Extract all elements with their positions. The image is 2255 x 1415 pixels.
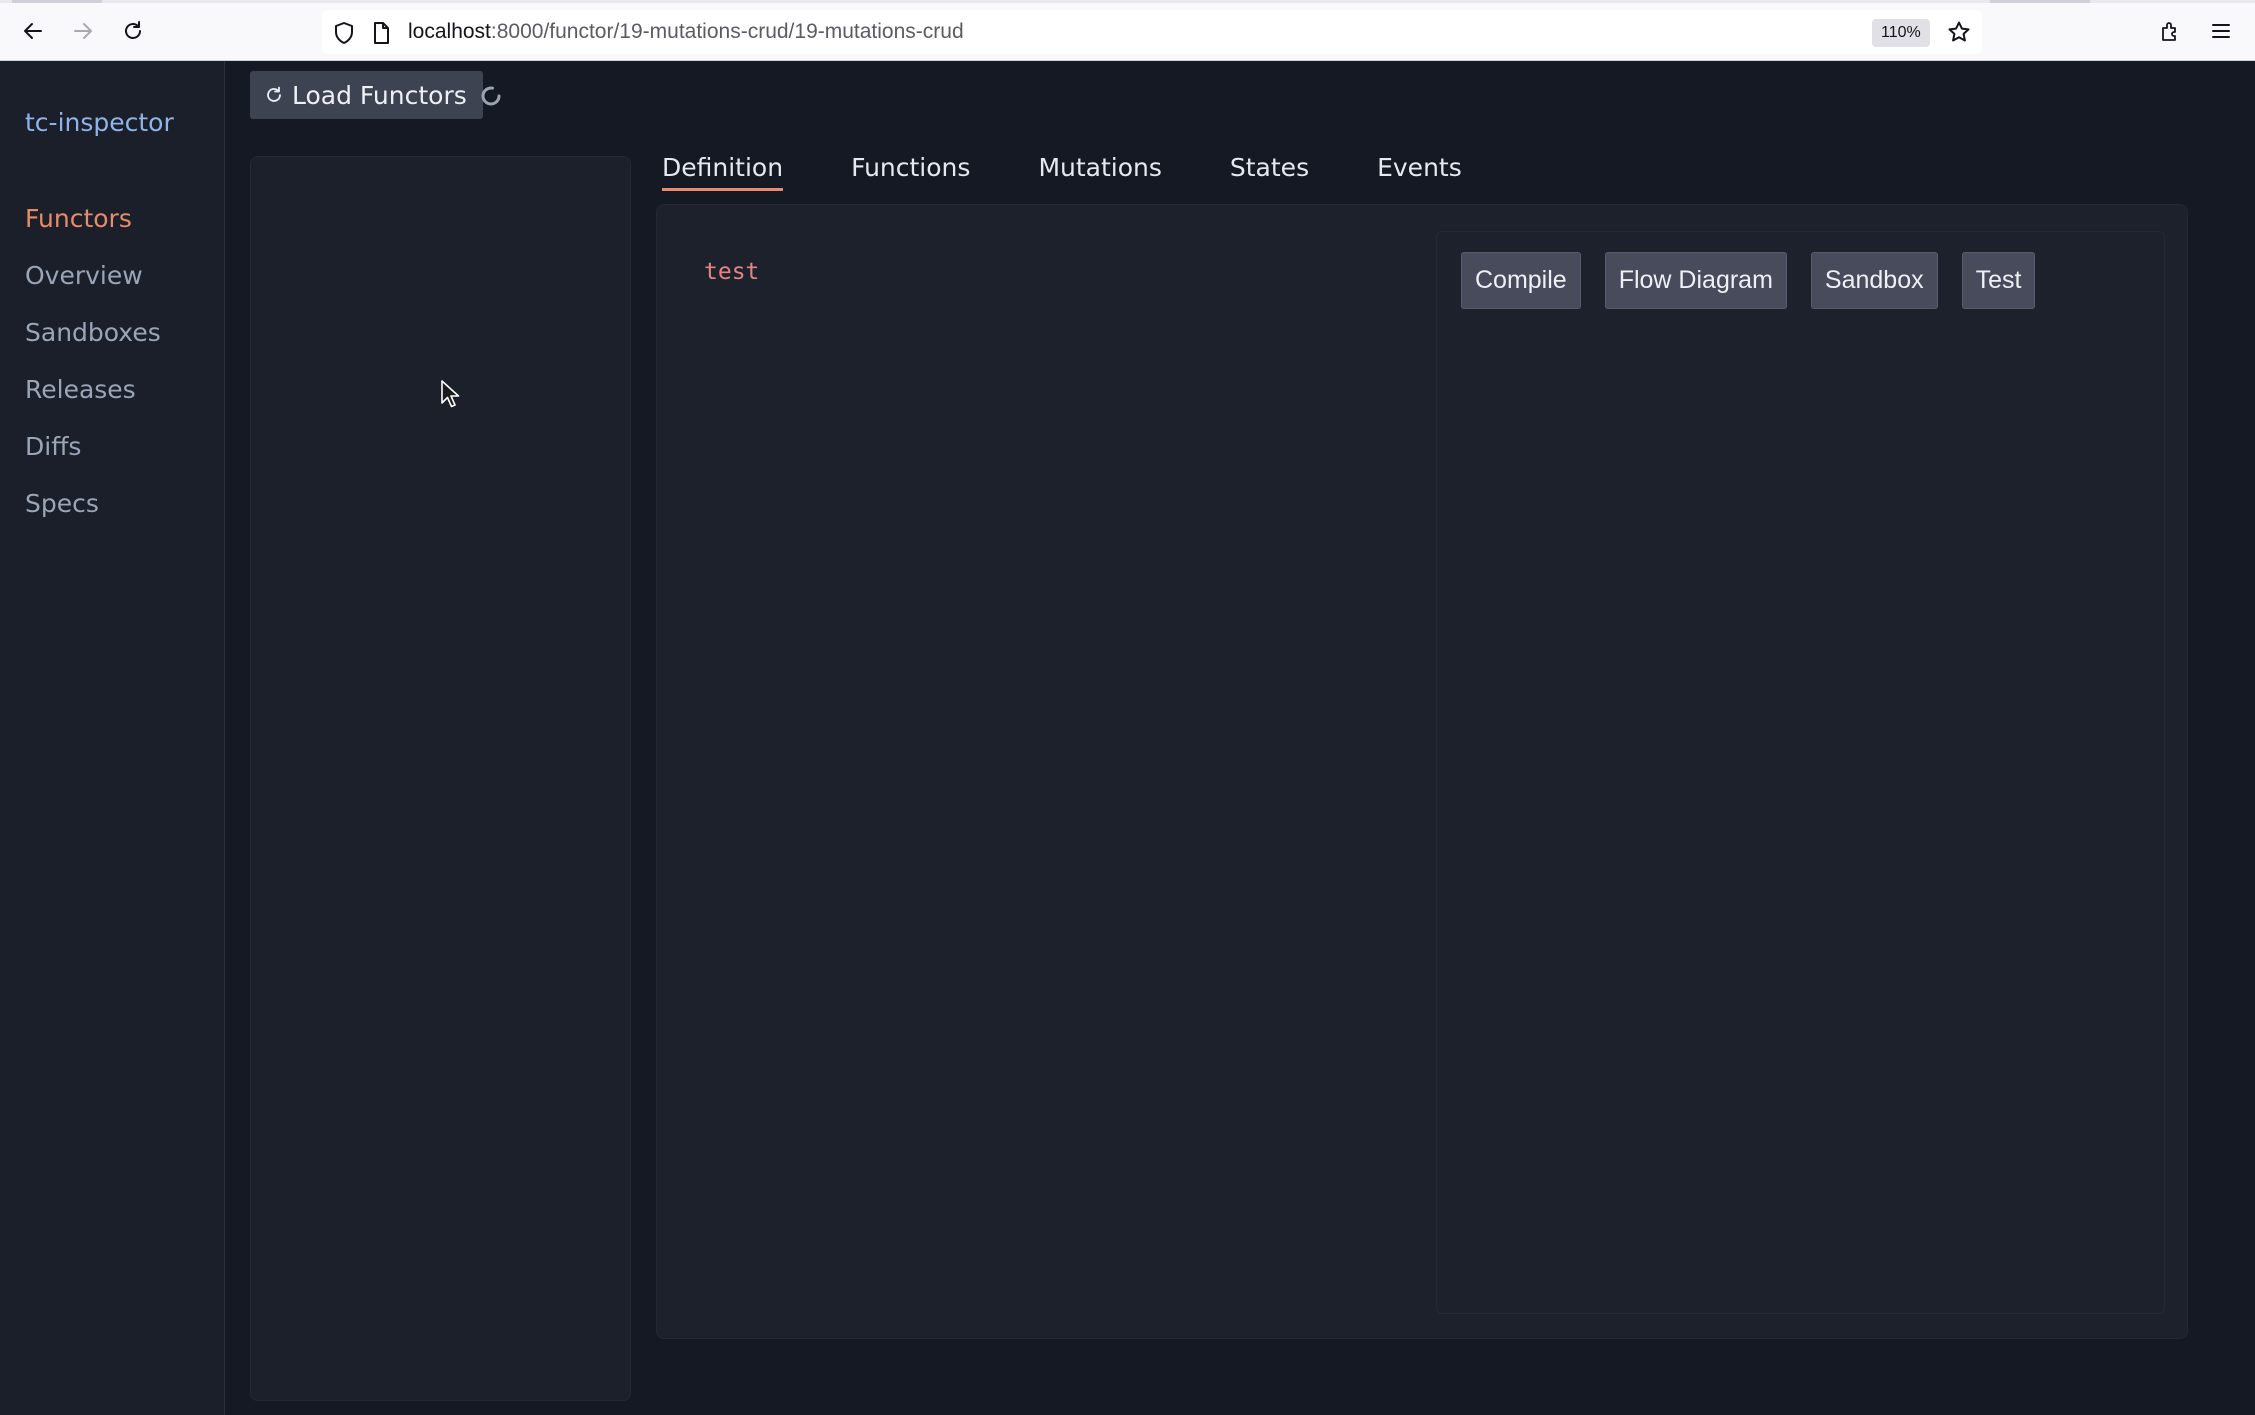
functor-list-panel [250,156,631,1401]
tab-strip-edge [0,0,2255,3]
sidebar-item-sandboxes[interactable]: Sandboxes [25,310,161,367]
tab-states[interactable]: States [1230,153,1309,191]
sidebar: tc-inspector Functors Overview Sandboxes… [0,61,225,1415]
load-functors-label: Load Functors [292,80,467,110]
action-pane: Compile Flow Diagram Sandbox Test [1436,231,2165,1314]
url-bar[interactable]: localhost:8000/functor/19-mutations-crud… [322,10,1982,54]
loading-spinner-icon [481,86,501,106]
url-path: :8000/functor/19-mutations-crud/19-mutat… [490,20,964,43]
zoom-level-badge[interactable]: 110% [1872,19,1930,47]
app-menu-button[interactable] [2202,14,2240,52]
mouse-cursor-icon [441,380,460,408]
refresh-icon [264,85,284,105]
back-arrow-icon [21,19,45,47]
tab-definition[interactable]: Definition [662,153,784,191]
brand-title[interactable]: tc-inspector [25,108,174,137]
tab-functions[interactable]: Functions [851,153,970,191]
sidebar-item-specs[interactable]: Specs [25,481,161,538]
reload-icon [121,19,145,47]
definition-panel: test Compile Flow Diagram Sandbox Test [656,204,2188,1339]
sandbox-button[interactable]: Sandbox [1810,252,1938,309]
sidebar-nav: Functors Overview Sandboxes Releases Dif… [25,196,161,538]
tab-mutations[interactable]: Mutations [1038,153,1161,191]
forward-button[interactable] [64,14,102,52]
extensions-icon [2159,19,2183,47]
action-buttons: Compile Flow Diagram Sandbox Test [1461,252,2036,309]
star-icon[interactable] [1947,20,1971,44]
reload-button[interactable] [114,14,152,52]
tab-events[interactable]: Events [1377,153,1462,191]
test-button[interactable]: Test [1961,252,2036,309]
definition-code: test [704,259,760,285]
sidebar-item-diffs[interactable]: Diffs [25,424,161,481]
url-host: localhost [408,20,491,43]
url-text[interactable]: localhost:8000/functor/19-mutations-crud… [408,20,964,44]
compile-button[interactable]: Compile [1461,252,1581,309]
extensions-button[interactable] [2152,14,2190,52]
page-icon[interactable] [369,21,393,45]
shield-icon[interactable] [332,21,356,45]
sidebar-item-releases[interactable]: Releases [25,367,161,424]
menu-icon [2210,20,2232,46]
browser-toolbar: localhost:8000/functor/19-mutations-crud… [0,0,2255,61]
back-button[interactable] [14,14,52,52]
detail-tabs: Definition Functions Mutations States Ev… [662,153,1530,191]
load-functors-button[interactable]: Load Functors [250,71,483,119]
sidebar-item-overview[interactable]: Overview [25,253,161,310]
app-root: tc-inspector Functors Overview Sandboxes… [0,61,2255,1415]
flow-diagram-button[interactable]: Flow Diagram [1604,252,1787,309]
sidebar-item-functors[interactable]: Functors [25,196,161,253]
forward-arrow-icon [71,19,95,47]
